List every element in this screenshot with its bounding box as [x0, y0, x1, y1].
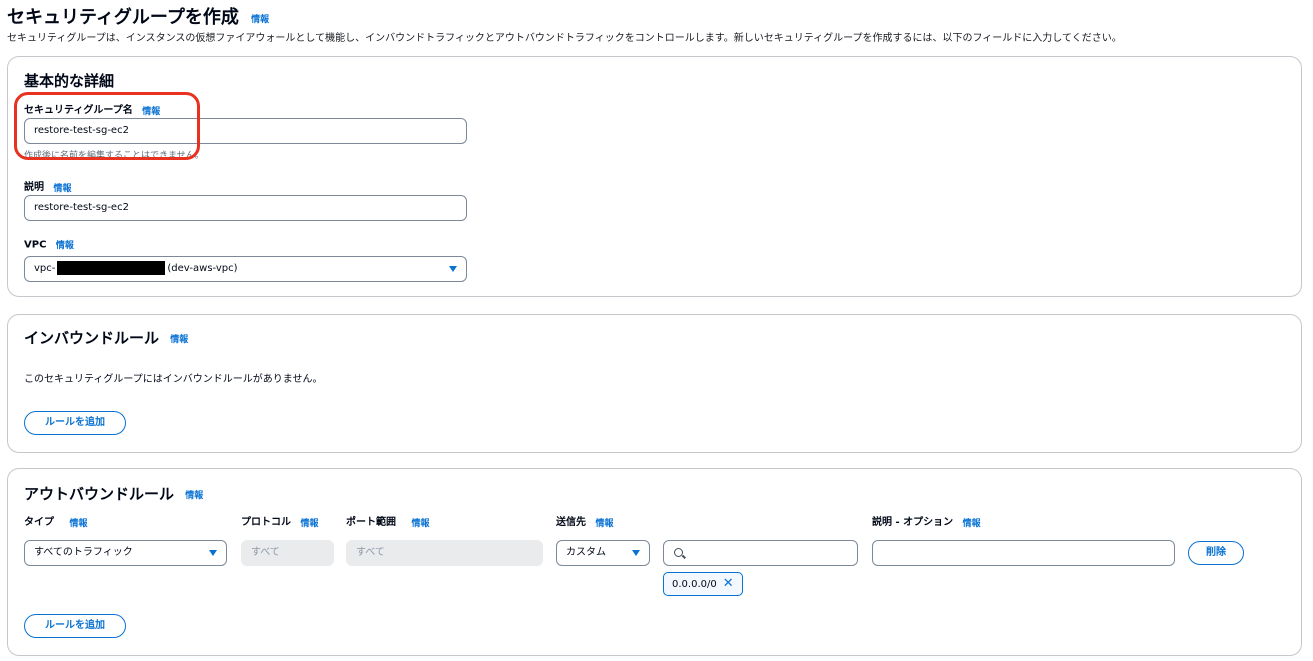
inbound-rules-title: インバウンドルール 情報: [24, 327, 188, 348]
outbound-rules-panel: アウトバウンドルール 情報 タイプ 情報 プロトコル 情報 ポート範囲 情報 送…: [7, 468, 1302, 656]
description-label-text: 説明: [24, 182, 44, 193]
rule-type-value: すべてのトラフィック: [34, 547, 133, 558]
rule-destination-value: カスタム: [566, 547, 606, 558]
close-icon[interactable]: ✕: [723, 576, 734, 591]
highlight-annotation: [14, 92, 200, 160]
col-port-header: ポート範囲 情報: [346, 513, 430, 529]
col-protocol-header: プロトコル 情報: [241, 513, 319, 529]
rule-destination-select[interactable]: カスタム: [556, 540, 650, 566]
redacted-block: [57, 261, 166, 275]
description-info-link[interactable]: 情報: [53, 184, 71, 194]
search-icon: [674, 548, 683, 557]
col-protocol-text: プロトコル: [241, 517, 291, 528]
delete-rule-button[interactable]: 削除: [1188, 541, 1244, 565]
col-description-text: 説明 - オプション: [872, 517, 954, 528]
col-description-info-link[interactable]: 情報: [963, 519, 981, 529]
caret-down-icon: [632, 550, 640, 556]
outbound-rules-title: アウトバウンドルール 情報: [24, 483, 203, 504]
outbound-add-rule-button[interactable]: ルールを追加: [24, 614, 126, 638]
rule-description-input[interactable]: [872, 540, 1175, 566]
col-port-text: ポート範囲: [346, 517, 396, 528]
col-protocol-info-link[interactable]: 情報: [300, 519, 318, 529]
rule-type-select[interactable]: すべてのトラフィック: [24, 540, 227, 566]
col-destination-info-link[interactable]: 情報: [595, 519, 613, 529]
col-port-info-link[interactable]: 情報: [411, 519, 429, 529]
rule-port-field: すべて: [346, 540, 543, 566]
outbound-rules-title-text: アウトバウンドルール: [24, 485, 175, 503]
vpc-suffix: (dev-aws-vpc): [167, 263, 238, 274]
col-type-info-link[interactable]: 情報: [69, 519, 87, 529]
col-type-header: タイプ 情報: [24, 513, 88, 529]
col-destination-text: 送信先: [556, 517, 586, 528]
basic-details-title: 基本的な詳細: [24, 72, 115, 90]
vpc-prefix: vpc-: [34, 263, 56, 274]
col-destination-header: 送信先 情報: [556, 513, 614, 529]
outbound-rules-info-link[interactable]: 情報: [185, 491, 203, 501]
cidr-token-text: 0.0.0.0/0: [672, 579, 717, 590]
page-title: セキュリティグループを作成 情報: [7, 3, 269, 29]
page-description: セキュリティグループは、インスタンスの仮想ファイアウォールとして機能し、インバウ…: [7, 33, 1122, 44]
col-type-text: タイプ: [24, 517, 54, 528]
inbound-rules-title-text: インバウンドルール: [24, 329, 160, 347]
rule-protocol-field: すべて: [241, 540, 334, 566]
vpc-info-link[interactable]: 情報: [56, 241, 74, 251]
caret-down-icon: [209, 550, 217, 556]
page-title-info-link[interactable]: 情報: [251, 15, 269, 25]
cidr-search-input[interactable]: [663, 540, 858, 566]
inbound-rules-panel: インバウンドルール 情報 このセキュリティグループにはインバウンドルールがありま…: [7, 314, 1302, 453]
basic-details-panel: 基本的な詳細 セキュリティグループ名 情報 restore-test-sg-ec…: [7, 56, 1302, 297]
vpc-label-text: VPC: [24, 239, 47, 251]
col-description-header: 説明 - オプション 情報: [872, 513, 981, 529]
inbound-add-rule-button[interactable]: ルールを追加: [24, 411, 126, 435]
inbound-empty-text: このセキュリティグループにはインバウンドルールがありません。: [24, 374, 323, 385]
inbound-rules-info-link[interactable]: 情報: [170, 335, 188, 345]
caret-down-icon: [449, 266, 457, 272]
vpc-label: VPC 情報: [24, 238, 74, 252]
description-input[interactable]: restore-test-sg-ec2: [24, 195, 467, 221]
cidr-token: 0.0.0.0/0 ✕: [663, 572, 743, 596]
page-title-text: セキュリティグループを作成: [7, 7, 239, 28]
description-label: 説明 情報: [24, 178, 72, 194]
vpc-select[interactable]: vpc- (dev-aws-vpc): [24, 256, 467, 282]
